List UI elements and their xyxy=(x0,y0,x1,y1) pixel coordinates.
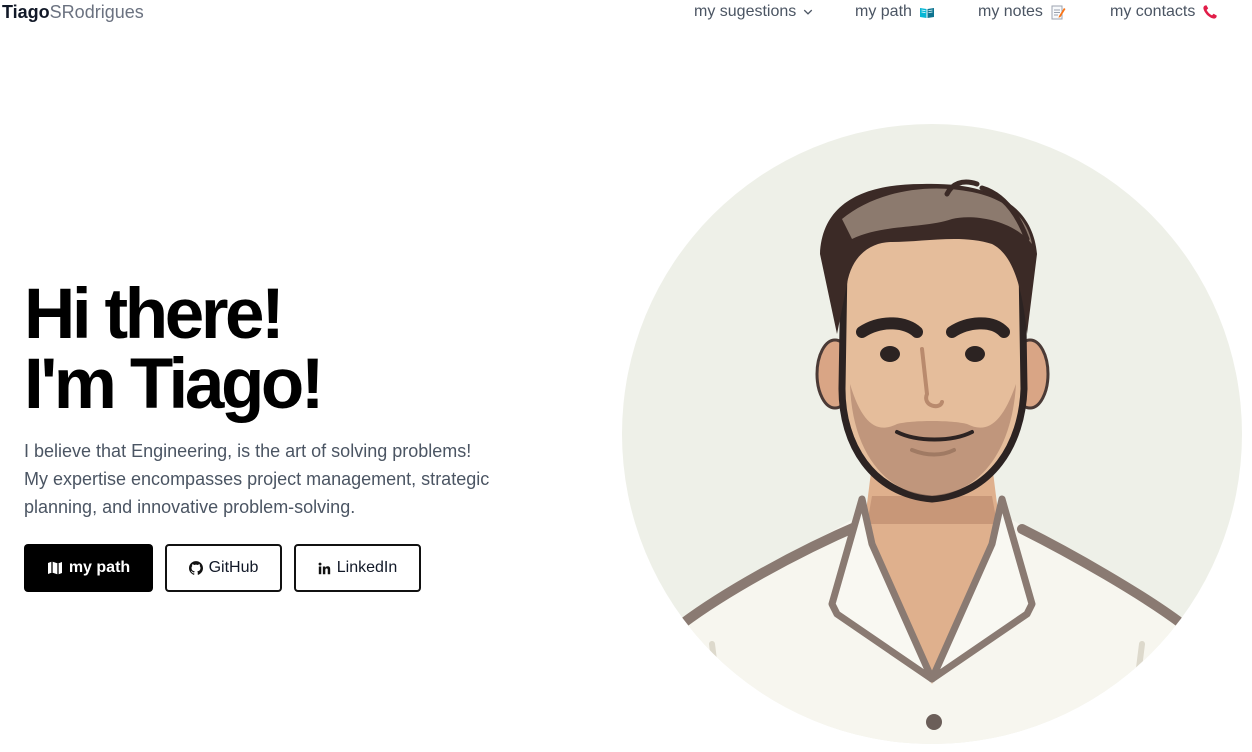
brand-last-name: SRodrigues xyxy=(49,2,144,22)
linkedin-button-label: LinkedIn xyxy=(336,559,398,576)
open-book-icon xyxy=(919,8,934,18)
linkedin-icon xyxy=(318,562,330,574)
top-navigation: TiagoSRodrigues my sugestions my path my… xyxy=(0,0,1252,26)
hero-description-line-3: planning, and innovative problem-solving… xyxy=(24,497,356,517)
hero-title: Hi there! I'm Tiago! xyxy=(24,275,325,424)
hero-title-line-1: Hi there! xyxy=(24,275,285,354)
nav-my-sugestions-label: my sugestions xyxy=(694,3,797,20)
github-button-label: GitHub xyxy=(208,559,259,576)
nav-my-path-label: my path xyxy=(855,3,912,20)
avatar-left-eye xyxy=(880,346,900,362)
chevron-down-icon xyxy=(804,9,813,15)
nav-my-path[interactable]: my path xyxy=(855,3,935,21)
my-path-button-label: my path xyxy=(68,559,131,576)
nav-my-notes[interactable]: my notes xyxy=(978,3,1066,21)
hero-title-line-2: I'm Tiago! xyxy=(24,345,325,424)
nav-my-contacts[interactable]: my contacts xyxy=(1110,3,1218,21)
github-button[interactable]: GitHub xyxy=(165,544,282,592)
github-icon xyxy=(188,561,203,575)
map-icon xyxy=(47,561,62,575)
linkedin-button[interactable]: LinkedIn xyxy=(294,544,421,592)
avatar-illustration xyxy=(622,124,1242,744)
hero-description-line-1: I believe that Engineering, is the art o… xyxy=(24,441,472,461)
nav-my-contacts-label: my contacts xyxy=(1110,3,1196,20)
hero-description-line-2: My expertise encompasses project managem… xyxy=(24,469,490,489)
brand-first-name: Tiago xyxy=(2,2,50,22)
memo-icon xyxy=(1051,5,1066,20)
brand-logo[interactable]: TiagoSRodrigues xyxy=(2,2,144,22)
avatar-shirt-button xyxy=(926,714,942,730)
my-path-button[interactable]: my path xyxy=(24,544,153,592)
nav-my-notes-label: my notes xyxy=(978,3,1043,20)
nav-my-sugestions[interactable]: my sugestions xyxy=(694,3,813,21)
hero-description: I believe that Engineering, is the art o… xyxy=(24,437,584,521)
telephone-receiver-icon xyxy=(1203,5,1218,19)
page: TiagoSRodrigues my sugestions my path my… xyxy=(0,0,1252,752)
avatar-right-eye xyxy=(965,346,985,362)
